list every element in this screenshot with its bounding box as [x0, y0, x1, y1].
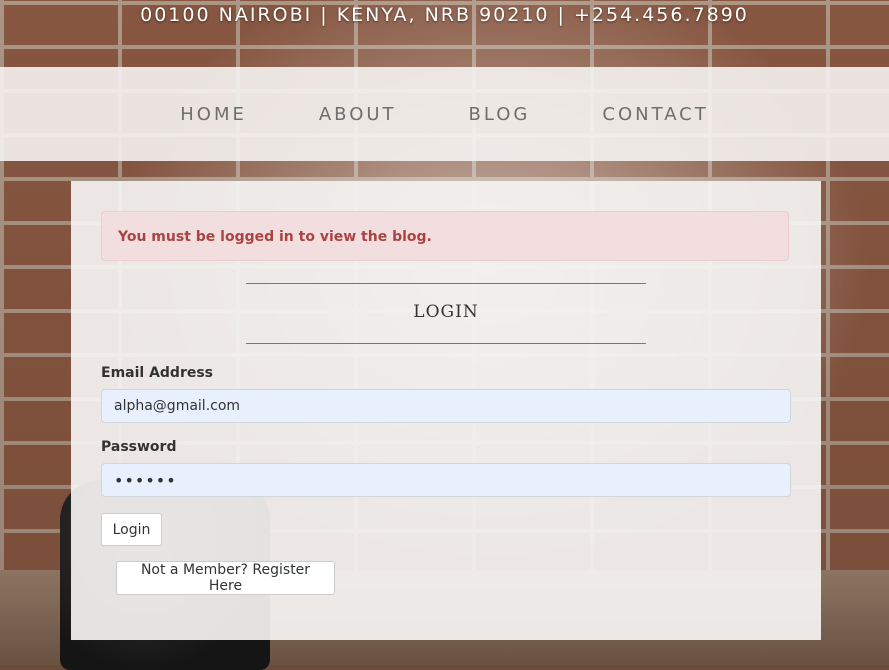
- register-button[interactable]: Not a Member? Register Here: [116, 561, 335, 595]
- nav-blog[interactable]: BLOG: [469, 104, 531, 125]
- contact-info-bar: 00100 NAIROBI | KENYA, NRB 90210 | +254.…: [0, 0, 889, 30]
- nav-about[interactable]: ABOUT: [319, 104, 397, 125]
- email-field[interactable]: [101, 389, 791, 423]
- title-divider-top: [246, 283, 646, 284]
- login-title: LOGIN: [413, 302, 479, 322]
- email-label: Email Address: [101, 365, 214, 381]
- title-divider-bottom: [246, 343, 646, 344]
- login-panel: You must be logged in to view the blog. …: [71, 181, 821, 640]
- address-text: 00100 NAIROBI | KENYA, NRB 90210 | +254.…: [140, 4, 749, 26]
- main-navigation: HOME ABOUT BLOG CONTACT: [0, 67, 889, 161]
- password-label: Password: [101, 439, 177, 455]
- login-required-alert: You must be logged in to view the blog.: [101, 211, 789, 261]
- nav-contact[interactable]: CONTACT: [602, 104, 708, 125]
- nav-home[interactable]: HOME: [180, 104, 247, 125]
- login-button[interactable]: Login: [101, 513, 162, 546]
- password-field[interactable]: [101, 463, 791, 497]
